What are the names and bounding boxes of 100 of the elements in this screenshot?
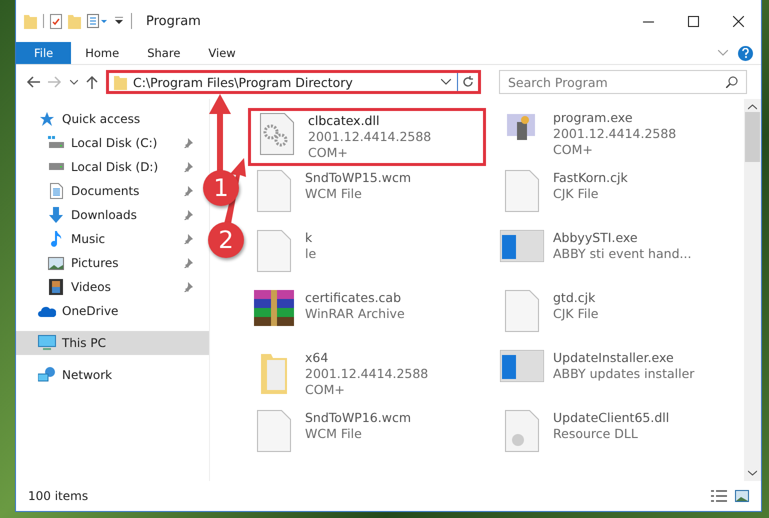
app-window-icon [500,230,544,262]
pin-icon[interactable] [183,282,193,292]
dropdown-caret-icon[interactable] [115,17,123,25]
books-archive-icon [254,290,294,326]
file-detail: le [305,246,316,262]
document-icon [50,183,62,199]
drive-icon [48,136,64,150]
step-number-badge: 1 [203,170,239,206]
file-name: clbcatex.dll [308,113,380,129]
large-icons-view-icon[interactable] [735,490,749,502]
pin-icon[interactable] [183,258,193,268]
ribbon-tab[interactable]: Share [133,42,194,64]
scroll-up-icon[interactable] [748,104,757,110]
file-tile[interactable]: k le [248,228,494,286]
magnifier-file-icon [505,410,539,452]
ribbon-tab[interactable]: File [16,42,72,64]
file-detail: COM+ [308,145,349,161]
sidebar-item[interactable]: Downloads [16,203,193,227]
computer-icon [38,335,56,351]
drive-icon [48,163,64,171]
file-detail: ABBY sti event hand... [553,246,692,262]
film-icon [49,279,63,295]
star-icon [39,111,55,127]
file-name: x64 [305,350,330,366]
file-name: UpdateClient65.dll [553,410,670,426]
pin-icon[interactable] [183,138,193,148]
search-icon[interactable] [726,76,738,88]
up-arrow-icon[interactable] [86,75,98,89]
network-icon [38,367,56,383]
sidebar-item[interactable]: Local Disk (C:) [16,131,193,155]
file-detail: CJK File [553,186,600,202]
sidebar-item[interactable]: Quick access [16,107,209,131]
download-arrow-icon [48,207,64,223]
search-field[interactable]: Search Program [499,70,747,94]
maximize-icon[interactable] [688,16,699,26]
scroll-down-icon[interactable] [748,470,757,476]
blank-file-icon [257,230,291,272]
pin-icon[interactable] [183,234,193,244]
file-tile[interactable]: SndToWP15.wcm WCM File [248,168,494,226]
file-detail: 2001.12.4414.2588 [553,126,676,142]
file-detail: WCM File [305,186,363,202]
file-tile[interactable]: FastKorn.cjk CJK File [496,168,742,226]
pin-icon[interactable] [183,162,193,172]
sidebar-item[interactable]: Videos [16,275,193,299]
music-note-icon [50,231,62,247]
file-detail: 2001.12.4414.2588 [308,129,432,145]
file-detail: ABBY updates installer [553,366,694,382]
view-list-icon[interactable] [87,14,109,28]
blank-file-icon [257,170,291,212]
picture-icon [48,256,64,270]
recent-caret-icon[interactable] [70,80,78,84]
sidebar-item[interactable]: Music [16,227,193,251]
file-name: program.exe [553,110,634,126]
sidebar-item[interactable]: Network [16,363,209,387]
file-tile[interactable]: clbcatex.dll 2001.12.4414.2588 COM+ [248,108,486,166]
file-tile[interactable]: SndToWP16.wcm WCM File [248,408,494,466]
file-detail: WinRAR Archive [305,306,405,322]
file-detail: 2001.12.4414.2588 [305,366,428,382]
help-icon[interactable] [738,46,753,60]
details-view-icon[interactable] [711,490,727,502]
file-name: k [305,230,314,246]
sidebar-item[interactable]: OneDrive [16,299,209,323]
file-tile[interactable]: AbbyySTI.exe ABBY sti event hand... [496,228,742,286]
file-name: SndToWP15.wcm [305,170,411,186]
sidebar-item[interactable]: Documents [16,179,193,203]
sidebar-item[interactable]: Pictures [16,251,193,275]
blank-file-icon [505,290,539,332]
blank-file-icon [257,410,291,452]
blank-file-icon [505,170,539,212]
app-window-icon [500,350,544,382]
file-detail: CJK File [553,306,599,322]
close-icon[interactable] [733,16,744,26]
pin-icon[interactable] [183,186,193,196]
file-name: certificates.cab [305,290,402,306]
file-tile[interactable]: UpdateInstaller.exe ABBY updates installer [496,348,742,406]
address-bar[interactable]: C:\Program Files\Program Directory [106,70,481,94]
pin-icon[interactable] [183,210,193,220]
refresh-icon[interactable] [462,76,474,88]
sidebar-item[interactable]: Local Disk (D:) [16,155,193,179]
file-name: AbbyySTI.exe [553,230,639,246]
file-tile[interactable]: gtd.cjk CJK File [496,288,742,346]
file-tile[interactable]: x64 2001.12.4414.2588 COM+ [248,348,494,406]
file-detail: WCM File [305,426,363,442]
file-name: FastKorn.cjk [553,170,628,186]
scrollbar-thumb[interactable] [745,112,760,162]
folder-icon [114,74,127,90]
file-tile[interactable]: UpdateClient65.dll Resource DLL [496,408,742,466]
file-detail: COM+ [553,142,594,158]
file-name: SndToWP16.wcm [305,410,411,426]
chevron-down-icon[interactable] [718,50,728,56]
back-arrow-icon[interactable] [26,76,40,88]
dropdown-caret-icon[interactable] [441,79,451,85]
ribbon-tab[interactable]: View [194,42,250,64]
step-number-badge: 2 [208,222,244,258]
file-tile[interactable]: certificates.cab WinRAR Archive [248,288,494,346]
cloud-icon [38,306,56,316]
file-tile[interactable]: program.exe 2001.12.4414.2588 COM+ [496,108,742,166]
sidebar-item[interactable]: This PC [16,331,209,355]
properties-check-icon[interactable] [50,14,62,28]
ribbon-tab[interactable]: Home [71,42,134,64]
